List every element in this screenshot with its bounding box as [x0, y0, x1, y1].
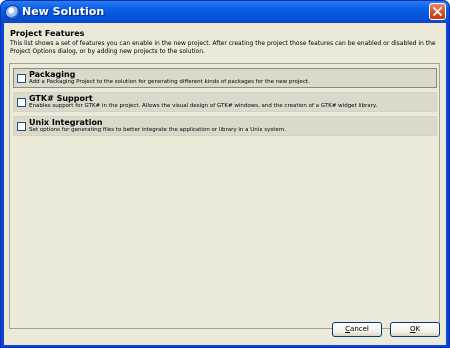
feature-name: GTK# Support: [29, 94, 93, 103]
monodevelop-app-icon: [5, 5, 20, 20]
feature-name: Packaging: [29, 70, 76, 79]
page-title: Project Features: [10, 29, 85, 38]
cancel-button[interactable]: Cancel: [332, 322, 382, 337]
feature-description: Enables support for GTK# in the project.…: [29, 103, 378, 109]
ok-label: K: [415, 325, 421, 333]
dialog-client-area: Project Features This list shows a set o…: [4, 23, 446, 345]
feature-name: Unix Integration: [29, 118, 103, 127]
packaging-checkbox[interactable]: [17, 74, 26, 83]
cancel-label: ancel: [350, 325, 369, 333]
close-button[interactable]: [429, 3, 446, 20]
new-solution-window: New Solution Project Features This list …: [0, 0, 450, 348]
features-header: Project Features This list shows a set o…: [4, 23, 446, 61]
feature-row-packaging[interactable]: Packaging Add a Packaging Project to the…: [13, 68, 437, 88]
close-icon: [433, 7, 442, 16]
feature-row-unix-integration[interactable]: Unix Integration Set options for generat…: [13, 116, 437, 136]
gtk-support-checkbox[interactable]: [17, 98, 26, 107]
feature-row-gtk-support[interactable]: GTK# Support Enables support for GTK# in…: [13, 92, 437, 112]
feature-description: Add a Packaging Project to the solution …: [29, 79, 310, 85]
title-bar[interactable]: New Solution: [1, 1, 449, 23]
features-description: This list shows a set of features you ca…: [10, 40, 436, 55]
feature-list[interactable]: Packaging Add a Packaging Project to the…: [9, 63, 440, 329]
ok-button[interactable]: OK: [390, 322, 440, 337]
unix-integration-checkbox[interactable]: [17, 122, 26, 131]
feature-description: Set options for generating files to bett…: [29, 127, 286, 133]
window-title: New Solution: [22, 5, 105, 18]
